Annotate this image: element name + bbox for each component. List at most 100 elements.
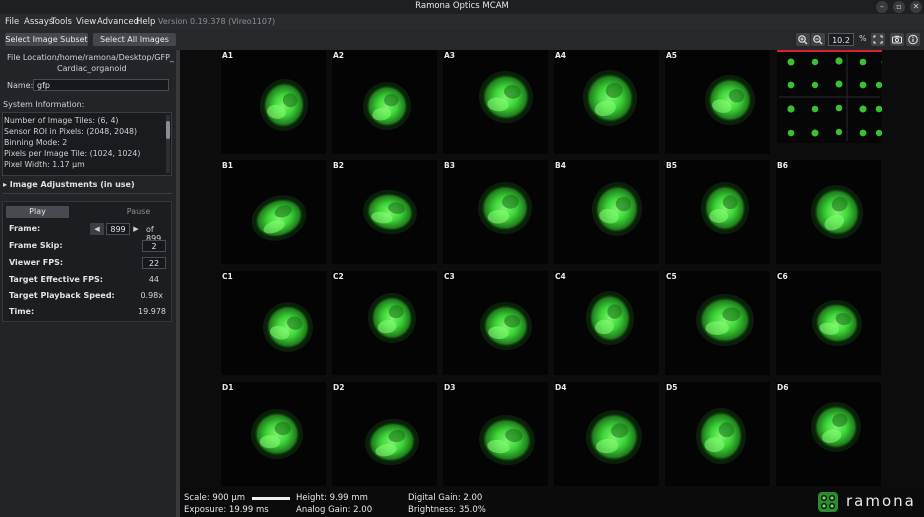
name-input[interactable]: gfp — [33, 79, 169, 91]
ramona-logo-icon — [818, 492, 838, 512]
tile-label: A3 — [444, 51, 456, 60]
image-tile-a2[interactable]: A2 — [332, 50, 437, 154]
frame-prev-button[interactable]: ◀ — [90, 223, 104, 235]
info-icon[interactable] — [906, 33, 920, 46]
image-tile-c3[interactable]: C3 — [443, 271, 548, 375]
organoid-image — [365, 418, 419, 466]
organoid-image — [363, 82, 411, 130]
organoid-image — [363, 189, 417, 235]
image-grid: A1 A2 A3 A4 A5 B1 B2 B3 B4 B5 B6 C1 C2 C3 C4 C5 C6 D1 D2 D3… — [180, 50, 924, 487]
image-tile-c5[interactable]: C5 — [665, 271, 770, 375]
system-info-line: Number of Image Tiles: (6, 4) — [4, 116, 119, 125]
tile-label: A5 — [666, 51, 678, 60]
image-tile-d1[interactable]: D1 — [221, 382, 326, 486]
image-tile-a3[interactable]: A3 — [443, 50, 548, 154]
tile-label: C1 — [222, 272, 233, 281]
organoid-image — [259, 79, 309, 131]
menu-file[interactable]: File — [5, 17, 19, 27]
target-speed-label: Target Playback Speed: — [9, 291, 115, 300]
organoid-image — [696, 294, 754, 346]
organoid-image — [591, 182, 643, 236]
file-location-value-2: Cardiac_organoid — [57, 64, 127, 73]
image-tile-b6[interactable]: B6 — [776, 160, 881, 264]
frame-input[interactable]: 899 — [106, 223, 130, 235]
image-adjustments-toggle[interactable]: ▸ Image Adjustments (in use) — [3, 180, 172, 194]
image-tile-d4[interactable]: D4 — [554, 382, 659, 486]
tile-label: C6 — [777, 272, 788, 281]
tile-label: B3 — [444, 161, 455, 170]
viewer-fps-input[interactable]: 22 — [142, 257, 166, 269]
fit-screen-icon[interactable] — [871, 33, 885, 46]
zoom-out-icon[interactable] — [811, 33, 825, 46]
image-tile-a4[interactable]: A4 — [554, 50, 659, 154]
overview-thumbnail[interactable] — [777, 50, 882, 143]
image-tile-c6[interactable]: C6 — [776, 271, 881, 375]
version-label: Version 0.19.378 (Vireo1107) — [158, 17, 276, 26]
organoid-image — [478, 181, 532, 235]
tile-label: D5 — [666, 383, 678, 392]
tile-label: C5 — [666, 272, 677, 281]
system-info-scrollbar[interactable] — [166, 115, 170, 173]
organoid-image — [705, 75, 755, 125]
image-tile-d2[interactable]: D2 — [332, 382, 437, 486]
zoom-input[interactable]: 10.2 — [828, 33, 854, 46]
time-label: Time: — [9, 307, 35, 316]
image-tile-a1[interactable]: A1 — [221, 50, 326, 154]
image-tile-b4[interactable]: B4 — [554, 160, 659, 264]
image-tile-a5[interactable]: A5 — [665, 50, 770, 154]
organoid-image — [811, 402, 861, 452]
scrollbar-thumb[interactable] — [166, 121, 170, 139]
image-tile-b3[interactable]: B3 — [443, 160, 548, 264]
file-location-value-1: /home/ramona/Desktop/GFP_ — [57, 53, 174, 62]
organoid-image — [251, 409, 303, 459]
playback-controls: Play Pause Frame: ◀ 899 ▶ of 899 Frame S… — [2, 201, 172, 322]
select-all-images-button[interactable]: Select All Images — [93, 33, 176, 46]
minimize-button[interactable]: – — [876, 1, 888, 13]
height-label: Height: 9.99 mm — [296, 493, 368, 503]
menu-advanced[interactable]: Advanced — [97, 17, 139, 27]
image-tile-c1[interactable]: C1 — [221, 271, 326, 375]
menu-tools[interactable]: Tools — [51, 17, 72, 27]
pause-button[interactable]: Pause — [107, 206, 170, 218]
menu-view[interactable]: View — [76, 17, 96, 27]
tile-label: B6 — [777, 161, 788, 170]
organoid-image — [479, 70, 533, 124]
close-button[interactable]: ✕ — [910, 1, 922, 13]
frame-next-button[interactable]: ▶ — [132, 223, 140, 235]
select-image-subset-button[interactable]: Select Image Subset — [5, 33, 88, 46]
tile-label: D6 — [777, 383, 789, 392]
image-tile-d6[interactable]: D6 — [776, 382, 881, 486]
menu-help[interactable]: Help — [136, 17, 155, 27]
maximize-button[interactable]: ▫ — [893, 1, 905, 13]
status-bar: Scale: 900 µm Exposure: 19.99 ms Height:… — [180, 487, 924, 517]
zoom-in-icon[interactable] — [796, 33, 810, 46]
tile-label: B5 — [666, 161, 677, 170]
camera-icon[interactable] — [890, 33, 904, 46]
organoid-image — [701, 182, 749, 234]
organoid-image — [586, 409, 642, 465]
system-info-line: Pixel Width: 1.17 µm — [4, 160, 85, 169]
organoid-image — [263, 302, 313, 352]
system-information-box[interactable]: Number of Image Tiles: (6, 4) Sensor ROI… — [2, 112, 172, 176]
image-tile-b2[interactable]: B2 — [332, 160, 437, 264]
title-bar: Ramona Optics MCAM – ▫ ✕ — [0, 0, 924, 14]
tile-label: C4 — [555, 272, 566, 281]
image-tile-b5[interactable]: B5 — [665, 160, 770, 264]
image-tile-d3[interactable]: D3 — [443, 382, 548, 486]
tile-label: B4 — [555, 161, 566, 170]
image-tile-b1[interactable]: B1 — [221, 160, 326, 264]
image-tile-c2[interactable]: C2 — [332, 271, 437, 375]
menu-assays[interactable]: Assays — [24, 17, 53, 27]
window-title: Ramona Optics MCAM — [415, 1, 509, 11]
image-tile-c4[interactable]: C4 — [554, 271, 659, 375]
play-button[interactable]: Play — [6, 206, 69, 218]
digital-gain-label: Digital Gain: 2.00 — [408, 493, 483, 503]
tile-label: B2 — [333, 161, 344, 170]
brightness-label: Brightness: 35.0% — [408, 505, 486, 515]
tile-label: D1 — [222, 383, 234, 392]
image-tile-d5[interactable]: D5 — [665, 382, 770, 486]
target-fps-label: Target Effective FPS: — [9, 275, 103, 284]
organoid-image — [480, 301, 532, 351]
frame-skip-input[interactable]: 2 — [142, 240, 166, 252]
scale-label: Scale: 900 µm — [184, 493, 246, 503]
